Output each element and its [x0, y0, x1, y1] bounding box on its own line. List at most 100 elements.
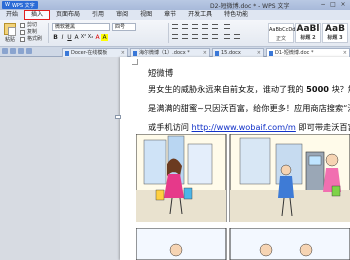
format-painter-button[interactable]: 格式刷	[20, 36, 46, 43]
save-icon[interactable]	[2, 48, 8, 54]
character-head	[259, 243, 273, 257]
app-name: WPS 文字	[11, 2, 35, 9]
style-heading-3[interactable]: AaB 标题 3	[322, 23, 348, 43]
font-size-select[interactable]: 四号	[112, 23, 136, 31]
align-right-icon[interactable]	[192, 34, 198, 39]
borders-icon[interactable]	[234, 34, 240, 39]
divider	[48, 23, 49, 43]
increase-indent-icon[interactable]	[202, 24, 208, 29]
clipboard-group: 剪切 复制 格式刷	[20, 22, 46, 45]
cut-label: 剪切	[27, 22, 38, 28]
comic-panel-4	[229, 228, 350, 260]
character-head	[169, 243, 183, 257]
menu-developer[interactable]: 开发工具	[182, 10, 218, 20]
text-run: 男女生的威胁永远来自前女友，谁动了我的	[148, 84, 307, 94]
atm-screen	[308, 155, 322, 166]
underline-button[interactable]: U	[66, 34, 73, 41]
margin-corner	[132, 59, 138, 65]
wps-writer-window: W WPS 文字 D2-短微博.doc * - WPS 文字 − □ × 开始 …	[0, 0, 350, 260]
man-head	[280, 164, 292, 176]
app-menu-button[interactable]: W WPS 文字	[2, 1, 38, 9]
quick-access-toolbar	[2, 48, 34, 54]
style-preview: AaBl	[296, 24, 320, 34]
hyperlink[interactable]: http://www.wobaif.com/m	[192, 122, 296, 132]
subscript-button[interactable]: X₂	[87, 34, 94, 41]
close-button[interactable]: ×	[338, 0, 348, 9]
comic-illustration	[136, 134, 350, 222]
tab-label: 海尔微博（1）.docx *	[139, 50, 190, 56]
redo-icon[interactable]	[26, 48, 32, 54]
copy-label: 复制	[27, 29, 38, 35]
paste-label: 粘贴	[4, 37, 15, 43]
tab-document[interactable]: 海尔微博（1）.docx * ×	[130, 48, 210, 57]
cut-button[interactable]: 剪切	[20, 22, 46, 29]
menu-home[interactable]: 开始	[0, 10, 24, 20]
superscript-button[interactable]: X²	[80, 34, 87, 41]
paste-button[interactable]: 粘贴	[2, 22, 18, 45]
document-line-1: 男女生的威胁永远来自前女友，谁动了我的 5000 块？解开你	[148, 84, 350, 94]
menu-chapter[interactable]: 章节	[158, 10, 182, 20]
close-tab-icon[interactable]: ×	[203, 49, 207, 57]
scissors-icon	[20, 23, 25, 28]
document-heading: 短微博	[148, 68, 174, 78]
bullets-icon[interactable]	[172, 24, 178, 29]
style-name: 正文	[275, 36, 286, 42]
tab-label: D1-短微博.doc *	[275, 50, 314, 56]
text-run: 块？解开你	[331, 84, 350, 94]
side-panel	[0, 57, 60, 260]
align-left-icon[interactable]	[172, 34, 178, 39]
highlight-button[interactable]: A	[101, 34, 108, 41]
document-line-3: 或手机访问 http://www.wobaif.com/m 即可带走沃百富君~	[148, 122, 350, 132]
tab-docer-templates[interactable]: Docer-在线模板 ×	[62, 48, 128, 57]
maximize-button[interactable]: □	[328, 0, 338, 9]
show-marks-icon[interactable]	[224, 24, 230, 29]
shopping-bag-icon	[331, 185, 341, 197]
comic-panel-3	[136, 228, 227, 260]
format-buttons: B I U A X² X₂ A A	[52, 34, 108, 41]
close-tab-icon[interactable]: ×	[121, 49, 125, 57]
menu-review[interactable]: 审阅	[110, 10, 134, 20]
building-icon	[187, 143, 213, 185]
line-spacing-icon[interactable]	[212, 34, 218, 39]
format-painter-label: 格式刷	[27, 36, 43, 42]
style-name: 标题 3	[327, 35, 343, 41]
tab-document[interactable]: 15.docx ×	[212, 48, 264, 57]
font-color-button[interactable]: A	[94, 34, 101, 41]
comic-illustration-second-row	[136, 228, 350, 260]
minimize-button[interactable]: −	[318, 0, 328, 9]
sort-icon[interactable]	[212, 24, 218, 29]
menu-references[interactable]: 引用	[86, 10, 110, 20]
font-name-select[interactable]: 微软雅黑	[52, 23, 110, 31]
text-run-number: 5000	[306, 84, 329, 94]
building-icon	[239, 137, 271, 185]
decrease-indent-icon[interactable]	[192, 24, 198, 29]
tab-active-document[interactable]: D1-短微博.doc * ×	[266, 48, 350, 57]
bold-button[interactable]: B	[52, 34, 59, 41]
menu-insert[interactable]: 插入	[24, 10, 51, 20]
text-run: 即可带走沃百富君~	[298, 122, 350, 132]
copy-button[interactable]: 复制	[20, 29, 46, 36]
menu-view[interactable]: 视图	[134, 10, 158, 20]
align-center-icon[interactable]	[182, 34, 188, 39]
close-tab-icon[interactable]: ×	[257, 49, 261, 57]
menu-special[interactable]: 特色功能	[218, 10, 254, 20]
paragraph-marker-icon[interactable]	[115, 115, 123, 121]
shopping-bag-icon	[155, 189, 165, 201]
text-run: 或手机访问	[148, 122, 192, 132]
print-icon[interactable]	[10, 48, 16, 54]
document-tab-bar: Docer-在线模板 × 海尔微博（1）.docx * × 15.docx × …	[0, 47, 350, 57]
menu-page-layout[interactable]: 页面布局	[50, 10, 86, 20]
justify-icon[interactable]	[202, 34, 208, 39]
style-normal[interactable]: AaBbCcDd 正文	[268, 23, 295, 43]
shopping-bag-icon	[183, 187, 193, 200]
divider	[168, 23, 169, 43]
style-heading-2[interactable]: AaBl 标题 2	[295, 23, 321, 43]
close-tab-icon[interactable]: ×	[343, 49, 347, 57]
numbering-icon[interactable]	[182, 24, 188, 29]
undo-icon[interactable]	[18, 48, 24, 54]
italic-button[interactable]: I	[59, 34, 66, 41]
shading-icon[interactable]	[224, 34, 230, 39]
ribbon-toolbar: 粘贴 剪切 复制 格式刷 微软雅黑 四号 B I U A X² X₂ A A A…	[0, 20, 350, 47]
tab-label: 15.docx	[221, 50, 241, 56]
strikethrough-button[interactable]: A	[73, 34, 80, 41]
